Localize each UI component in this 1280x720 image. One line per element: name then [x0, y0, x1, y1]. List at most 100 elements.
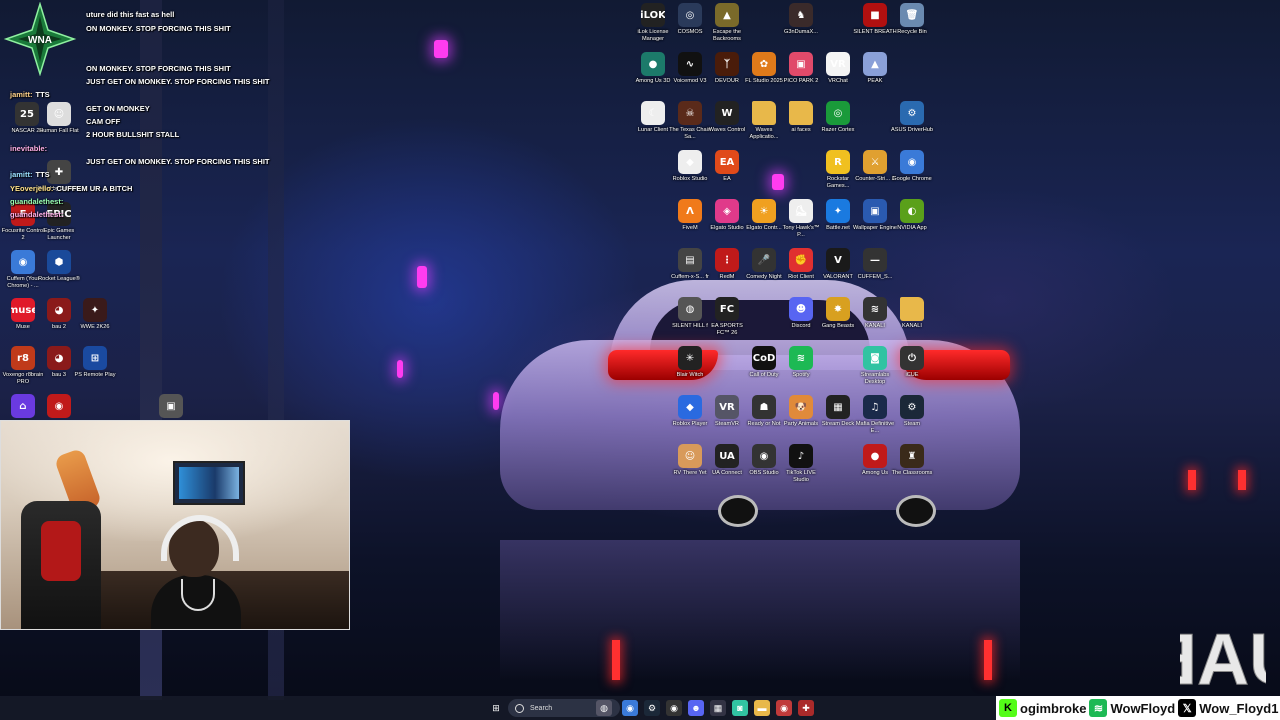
app-icon: ▣ [159, 394, 183, 418]
desktop-shortcut[interactable]: ▲ PEAK [852, 52, 898, 85]
chat-message: YEoverjello: CUFFEM UR A BITCH [10, 184, 132, 193]
chat-text: TTS [35, 90, 50, 99]
desktop-shortcut-label: Google Chrome [892, 176, 932, 182]
rocket-league-icon: ⬢ [47, 250, 71, 274]
streamlabs-icon[interactable]: ◙ [732, 700, 748, 716]
obs-icon[interactable]: ◉ [666, 700, 682, 716]
windows-start-icon[interactable]: ⊞ [488, 700, 504, 716]
desktop-shortcut-label: PS Remote Play [74, 372, 116, 378]
asus-icon: ⚙ [900, 101, 924, 125]
game-icon: ▲ [715, 3, 739, 27]
folder-icon [900, 297, 924, 321]
chat-message: 2 HOUR BULLSHIT STALL [86, 130, 179, 139]
discord-icon: ☻ [789, 297, 813, 321]
social-handles-banner: Kogimbroke ≋ WowFloyd 𝕏 Wow_Floyd1 [996, 696, 1280, 720]
tiktok-icon: ♪ [789, 444, 813, 468]
uab-watermark-logo: UAB [1180, 620, 1266, 695]
desktop-shortcut[interactable]: ✳ Blair Witch [667, 346, 713, 379]
roblox-icon: ◆ [678, 395, 702, 419]
file-icon: — [863, 248, 887, 272]
headset-icon [161, 515, 239, 561]
game-icon: ◍ [678, 297, 702, 321]
social-handle: ≋ WowFloyd [1086, 696, 1175, 720]
discord-icon[interactable]: ☻ [688, 700, 704, 716]
wna-logo-text: WNA [28, 35, 52, 46]
chat-username: guandalethest: [10, 197, 64, 206]
app-icon[interactable]: ▦ [710, 700, 726, 716]
desktop-shortcut-label: iCUE [905, 372, 919, 378]
social-handle: Kogimbroke [996, 696, 1086, 720]
chat-text: ON MONKEY. STOP FORCING THIS SHIT [86, 24, 231, 33]
webcam-feed [0, 420, 350, 630]
desktop-shortcut[interactable]: 🗑 Recycle Bin [889, 3, 935, 36]
desktop-shortcut[interactable]: FC EA SPORTS FC™ 26 [704, 297, 750, 337]
chat-username: guandalethest: [10, 210, 64, 219]
chrome-icon: ◉ [11, 250, 35, 274]
roblox-studio-icon: ◆ [678, 150, 702, 174]
chat-text: uture did this fast as hell [86, 10, 175, 19]
desktop-shortcut[interactable]: ⚙ ASUS DriverHub [889, 101, 935, 134]
desktop-shortcut[interactable]: ⬢ Rocket League® [36, 250, 82, 283]
chrome-icon: ◉ [900, 150, 924, 174]
desktop-shortcut[interactable]: ≋ Spotify [778, 346, 824, 379]
folder-icon [752, 101, 776, 125]
desktop-shortcut[interactable]: ⏻ iCUE [889, 346, 935, 379]
chat-username: YEoverjello: [10, 184, 54, 193]
wwe-icon: ✦ [83, 298, 107, 322]
game-icon[interactable]: ◍ [596, 700, 612, 716]
desktop-shortcut-label: NVIDIA App [897, 225, 927, 231]
voicemod-icon: ∿ [678, 52, 702, 76]
x-icon: 𝕏 [1178, 699, 1197, 717]
stream-deck-icon: ▦ [826, 395, 850, 419]
desktop-shortcut[interactable]: ⚙ Steam [889, 395, 935, 428]
desktop-shortcut[interactable]: ⊞ PS Remote Play [72, 346, 118, 379]
blair-witch-icon: ✳ [678, 346, 702, 370]
chat-text: ON MONKEY. STOP FORCING THIS SHIT [86, 64, 231, 73]
desktop-shortcut-label: G3nDumaX... [784, 29, 818, 35]
webcam-streamer [151, 515, 241, 629]
desktop-shortcut[interactable]: ◎ Razer Cortex [815, 101, 861, 134]
vrchat-icon: VR [826, 52, 850, 76]
riot-icon: ✊ [789, 248, 813, 272]
desktop-shortcut[interactable]: KANALI [889, 297, 935, 330]
desktop-shortcut[interactable]: ✦ WWE 2K26 [72, 298, 118, 331]
desktop-shortcut[interactable]: — CUFFEM_S... [852, 248, 898, 281]
chat-message: guandalethest: [10, 210, 66, 219]
desktop-shortcut[interactable]: ◐ NVIDIA App [889, 199, 935, 232]
recycle-bin-icon: 🗑 [900, 3, 924, 27]
gang-beasts-icon: ✸ [826, 297, 850, 321]
chrome-icon[interactable]: ◉ [622, 700, 638, 716]
wallpaper-engine-icon: ▣ [863, 199, 887, 223]
cod-icon: CoD [752, 346, 776, 370]
desktop-shortcut-label: Spotify [792, 372, 810, 378]
desktop-shortcut-label: Escape the Backrooms [713, 29, 741, 42]
rockstar-icon: R [826, 150, 850, 174]
desktop-shortcut[interactable]: EA EA [704, 150, 750, 183]
ua-connect-icon: UA [715, 444, 739, 468]
chat-message: CAM OFF [86, 117, 120, 126]
wallpaper-neon-light [772, 174, 784, 190]
app-icon[interactable]: ✚ [798, 700, 814, 716]
battlenet-icon: ✦ [826, 199, 850, 223]
game-icon: ■ [863, 3, 887, 27]
file-explorer-icon[interactable]: ▬ [754, 700, 770, 716]
desktop-shortcut-label: ASUS DriverHub [891, 127, 933, 133]
desktop-shortcut[interactable]: ▲ Escape the Backrooms [704, 3, 750, 43]
desktop-shortcut[interactable]: ♜ The Classrooms [889, 444, 935, 477]
desktop-shortcut-label: Blair Witch [676, 372, 704, 378]
chat-message: ON MONKEY. STOP FORCING THIS SHIT [86, 64, 231, 73]
desktop-shortcut[interactable]: ♪ TikTok LIVE Studio [778, 444, 824, 484]
desktop-shortcut[interactable]: ♞ G3nDumaX... [778, 3, 824, 36]
desktop-shortcut[interactable]: ▣ [148, 394, 194, 420]
muse-icon: muse [11, 298, 35, 322]
desktop-shortcut[interactable]: ◉ [36, 394, 82, 420]
lunar-client-icon: ☾ [641, 101, 665, 125]
desktop-shortcut[interactable]: ◉ Google Chrome [889, 150, 935, 183]
chrome-icon[interactable]: ◉ [776, 700, 792, 716]
waves-icon: W [715, 101, 739, 125]
wallpaper-neon-light [493, 392, 499, 410]
wallpaper-neon-light [417, 266, 427, 288]
cosmos-icon: ◎ [678, 3, 702, 27]
steam-icon[interactable]: ⚙ [644, 700, 660, 716]
ilok-icon: iLOK [641, 3, 665, 27]
